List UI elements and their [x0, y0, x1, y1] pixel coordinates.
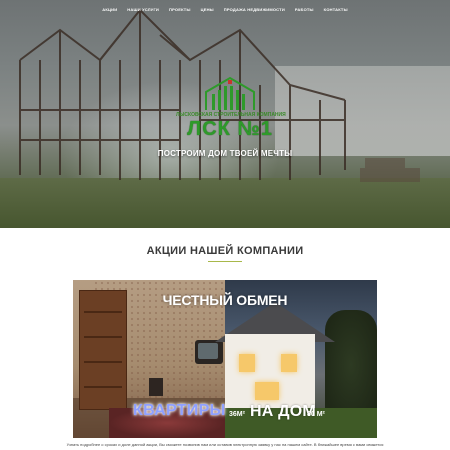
section-title: АКЦИИ НАШЕЙ КОМПАНИИ	[146, 245, 304, 257]
company-logo[interactable]: ЛЫСКОВСКАЯ СТРОИТЕЛЬНАЯ КОМПАНИЯ ЛСК №1	[176, 76, 286, 142]
promo-banner[interactable]: ЧЕСТНЫЙ ОБМЕН КВАРТИРЫ 36М² НА ДОМ 80 М²	[73, 280, 377, 438]
logo-name: ЛСК №1	[187, 118, 273, 140]
banner-area-flats: 36М²	[229, 411, 245, 418]
house-window	[239, 354, 255, 372]
tv-screen	[198, 343, 218, 359]
nav-item-prices[interactable]: ЦЕНЫ	[201, 7, 214, 12]
house-wall	[225, 334, 315, 414]
nav-item-real-estate[interactable]: ПРОДАЖА НЕДВИЖИМОСТИ	[224, 7, 285, 12]
shelf	[84, 361, 122, 363]
cabinet	[79, 290, 127, 410]
banner-area-house: 80 М²	[307, 411, 325, 418]
hero-section: АКЦИИ НАШИ УСЛУГИ ПРОЕКТЫ ЦЕНЫ ПРОДАЖА Н…	[0, 0, 450, 228]
shelf	[84, 311, 122, 313]
nav-item-contacts[interactable]: КОНТАКТЫ	[324, 7, 348, 12]
logo-house-icon	[205, 76, 255, 110]
nav-item-services[interactable]: НАШИ УСЛУГИ	[127, 7, 159, 12]
tv-icon	[195, 340, 223, 364]
banner-flats: КВАРТИРЫ	[133, 402, 226, 419]
top-nav: АКЦИИ НАШИ УСЛУГИ ПРОЕКТЫ ЦЕНЫ ПРОДАЖА Н…	[0, 0, 450, 18]
house-window	[255, 382, 279, 400]
nav-item-promotions[interactable]: АКЦИИ	[102, 7, 117, 12]
section-divider	[208, 261, 242, 262]
house-window	[281, 354, 297, 372]
shelf	[84, 386, 122, 388]
hero-slogan: ПОСТРОИМ ДОМ ТВОЕЙ МЕЧТЫ	[157, 149, 293, 158]
nav-item-projects[interactable]: ПРОЕКТЫ	[169, 7, 191, 12]
banner-headline: ЧЕСТНЫЙ ОБМЕН	[162, 292, 288, 308]
nav-item-works[interactable]: РАБОТЫ	[295, 7, 314, 12]
promo-description: Узнать подробнее о сроках и доле данной …	[66, 442, 384, 447]
stool	[149, 378, 163, 396]
shelf	[84, 336, 122, 338]
